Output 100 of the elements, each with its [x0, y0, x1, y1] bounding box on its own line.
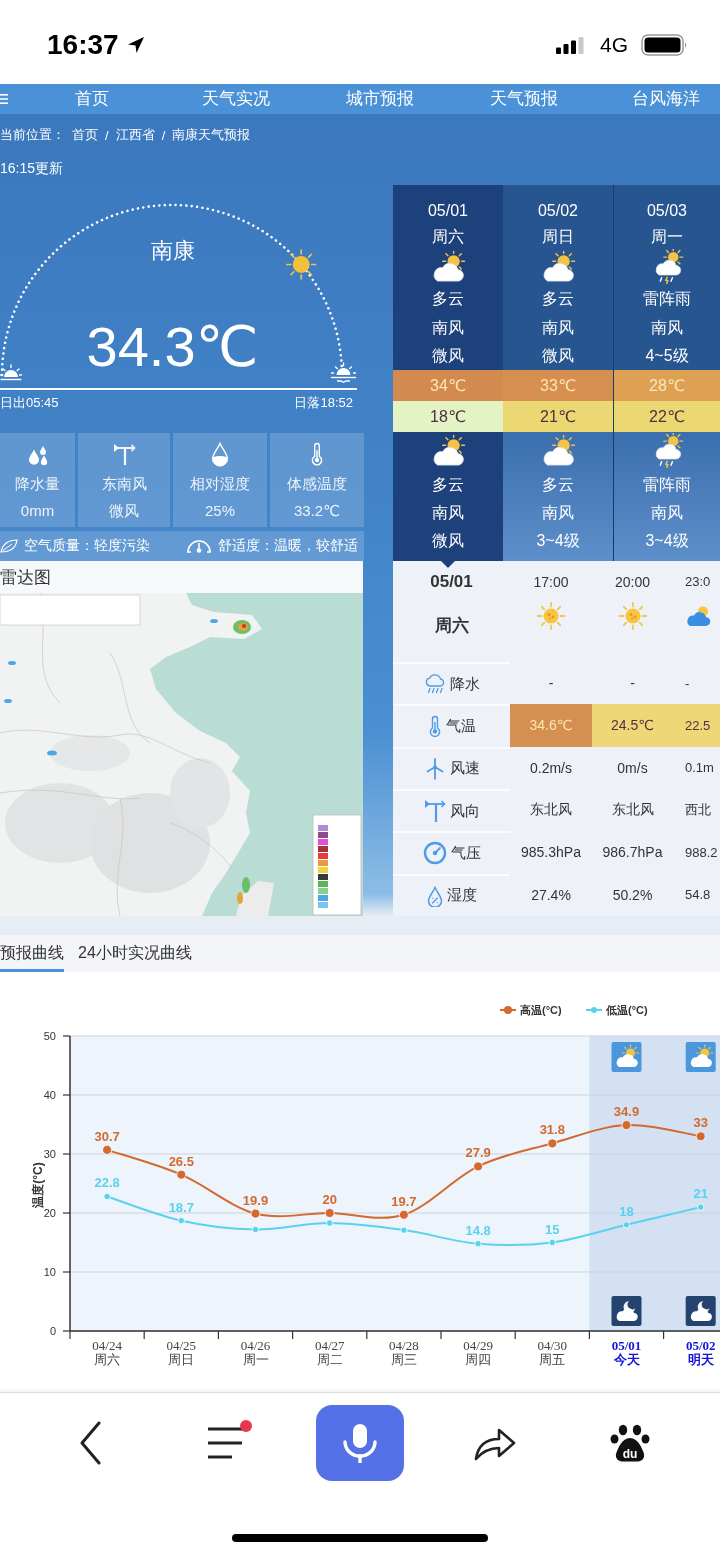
weather-text: 多云: [542, 289, 574, 309]
chart-tab[interactable]: 24小时实况曲线: [78, 935, 192, 972]
cloud-moon-icon: [611, 1296, 642, 1326]
breadcrumb-separator: /: [161, 127, 166, 143]
x-tick-label: 04/24 周六: [92, 1338, 122, 1367]
radar-header: 雷达图: [0, 561, 363, 593]
low-temp-point: [103, 1192, 111, 1201]
data-label: 20: [322, 1192, 337, 1207]
temperature-value: 22.5: [673, 704, 720, 747]
low-temp-point: [474, 1240, 482, 1248]
drop-icon: [426, 884, 443, 907]
thermometer-icon: [427, 715, 442, 738]
high-temp-point: [695, 1131, 706, 1142]
menu-icon[interactable]: [206, 1427, 243, 1459]
stat-value: 25%: [205, 501, 235, 521]
wind-direction-value: 东北风: [611, 801, 654, 820]
stat-value: 0mm: [20, 501, 55, 521]
row-label: 降水: [449, 674, 480, 694]
x-tick-label: 04/27 周二: [314, 1338, 345, 1367]
forecast-column[interactable]: 05/03 周一 雷阵雨 南风 4~5级 28℃ 22℃ 雷阵雨 南风 3~4级: [613, 185, 720, 561]
x-tick-label: 05/02 明天: [685, 1338, 716, 1367]
humidity-value: 54.8: [685, 887, 711, 903]
x-tick-label: 04/25 周日: [166, 1338, 197, 1367]
y-tick-label: 50: [43, 1030, 56, 1042]
breadcrumb-link[interactable]: 江西省: [115, 126, 155, 144]
temperature-value: 34.6℃: [510, 704, 592, 747]
wind-direction: 南风: [651, 318, 683, 338]
stat-label: 东南风: [101, 474, 147, 494]
breadcrumb-link[interactable]: 首页: [72, 126, 98, 144]
nav-link[interactable]: 城市预报: [346, 88, 414, 110]
data-label: 15: [545, 1221, 560, 1237]
cloud-sun-icon: [611, 1042, 642, 1072]
logo-text: du: [623, 1447, 638, 1461]
hourly-weekday: 周六: [434, 615, 469, 637]
comfort-gauge-icon: [186, 537, 212, 555]
x-tick-label: 04/29 周四: [463, 1338, 493, 1367]
cloud-moon-icon: [685, 1296, 716, 1326]
legend-label: 高温(°C): [520, 1004, 562, 1016]
low-temp-point: [326, 1219, 334, 1227]
voice-button[interactable]: [316, 1405, 404, 1481]
stat-value: 33.2℃: [293, 501, 340, 521]
forecast-column[interactable]: 05/02 周日 多云 南风 微风 33℃ 21℃ 多云 南风 3~4级: [503, 185, 613, 561]
sun-icon: [537, 602, 565, 630]
precipitation-value: -: [630, 675, 635, 692]
data-label: 27.9: [465, 1145, 491, 1161]
gauge-icon: [422, 841, 447, 866]
y-tick-label: 30: [43, 1148, 56, 1160]
forecast-weekday: 周日: [542, 227, 574, 247]
leaf-icon: [0, 539, 18, 553]
nav-link[interactable]: 天气实况: [202, 88, 270, 110]
low-temp-cell: 18℃: [393, 401, 503, 432]
x-tick-label: 04/28 周三: [389, 1338, 419, 1367]
wind-direction: 南风: [432, 318, 464, 338]
wind-level: 4~5级: [645, 346, 689, 366]
cloud-sun-icon: [685, 605, 711, 627]
forecast-date: 05/02: [537, 201, 578, 221]
forecast-date: 05/01: [427, 201, 468, 221]
data-label: 14.8: [465, 1222, 491, 1238]
y-axis-title: 温度(°C): [31, 1162, 45, 1208]
nav-link[interactable]: 台风海洋: [632, 88, 700, 110]
forecast-weekday: 周六: [432, 227, 464, 247]
data-label: 34.9: [613, 1104, 640, 1120]
weather-text: 雷阵雨: [643, 289, 691, 309]
microphone-icon: [342, 1423, 378, 1463]
data-label: 30.7: [94, 1128, 120, 1144]
row-label: 气压: [450, 844, 481, 863]
weather-text: 多云: [432, 289, 464, 309]
data-label: 18: [619, 1203, 634, 1219]
nav-link[interactable]: 首页: [75, 88, 109, 110]
current-temperature: 34.3℃: [86, 315, 259, 379]
low-temp-point: [548, 1238, 556, 1247]
nav-link[interactable]: 天气预报: [490, 88, 558, 110]
wind-speed-value: 0m/s: [617, 759, 648, 776]
low-temp-point: [251, 1225, 260, 1234]
legend-marker-icon: [585, 1007, 603, 1013]
stat-label: 体感温度: [287, 474, 347, 494]
y-tick-label: 20: [43, 1207, 56, 1219]
breadcrumb-link[interactable]: 南康天气预报: [172, 126, 251, 144]
high-temp-point: [324, 1208, 335, 1218]
wind-direction: 南风: [432, 503, 464, 523]
x-tick-label: 04/30 周五: [537, 1338, 568, 1367]
wind-level: 微风: [542, 346, 574, 366]
city-name: 南康: [150, 237, 195, 265]
high-temp-point: [399, 1209, 409, 1220]
stat-value: 微风: [109, 501, 139, 521]
high-temp-point: [176, 1169, 187, 1180]
high-temp-cell: 34℃: [393, 370, 503, 401]
high-temp-point: [547, 1138, 558, 1149]
data-label: 31.8: [539, 1122, 565, 1138]
sunrise-time: 日出05:45: [0, 393, 59, 412]
y-tick-label: 40: [43, 1089, 56, 1101]
high-temp-point: [102, 1144, 112, 1155]
status-time: 16:37: [47, 29, 119, 61]
weather-text: 多云: [432, 475, 464, 495]
wind-level: 微风: [432, 346, 464, 366]
update-time: 16:15更新: [0, 159, 64, 178]
x-tick-label: 04/26 周一: [240, 1338, 271, 1367]
low-temp-point: [622, 1221, 631, 1229]
row-label: 气温: [445, 717, 476, 736]
data-label: 33: [693, 1115, 708, 1131]
